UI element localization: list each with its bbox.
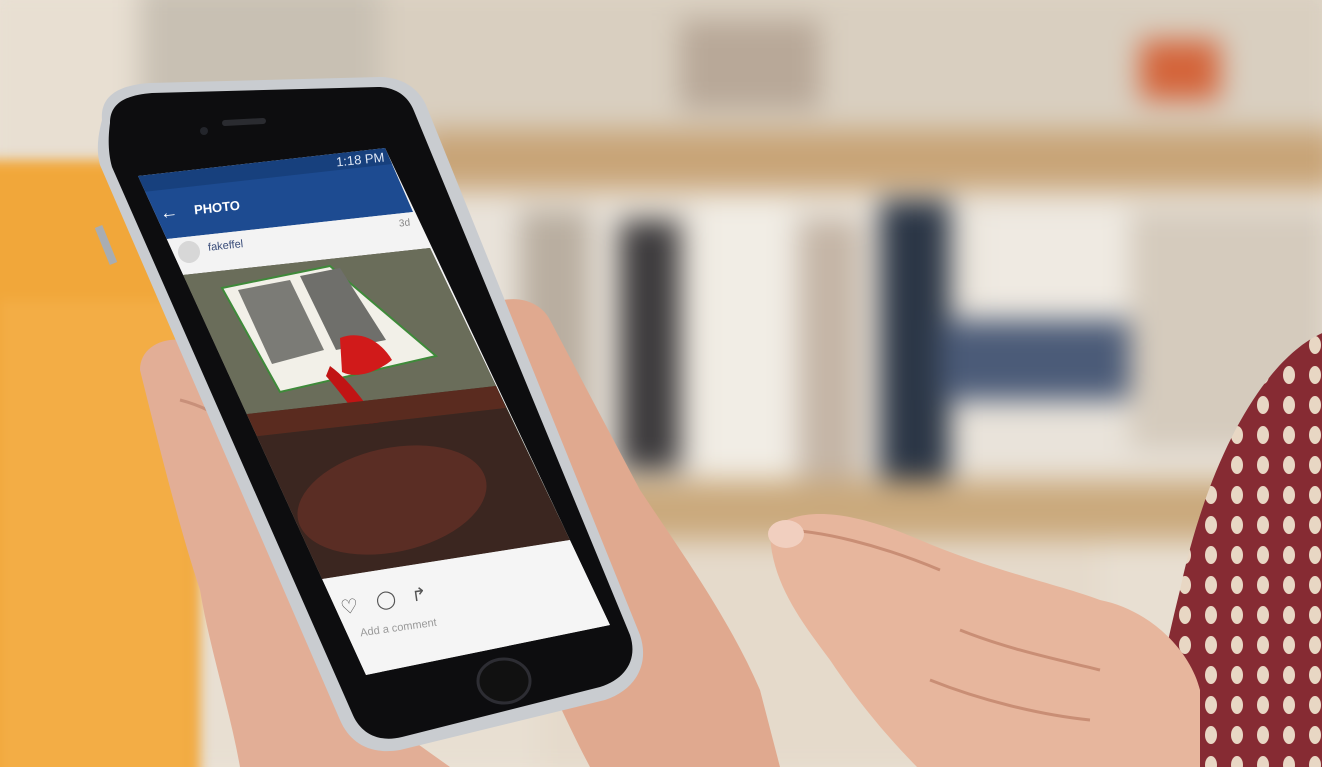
share-icon[interactable]: ↱ [410,584,428,607]
post-age: 3d [398,217,411,230]
heart-icon[interactable]: ♡ [339,593,360,620]
photo-scene: 1:18 PM ← PHOTO fakeffel 3d ♡ ◯ ↱ Add a … [0,0,1322,767]
arrow-left-icon: ← [159,201,180,224]
phone-screen [138,148,610,675]
back-button[interactable]: ← [159,201,183,224]
pointing-hand [768,514,1200,767]
comment-icon[interactable]: ◯ [375,588,398,612]
